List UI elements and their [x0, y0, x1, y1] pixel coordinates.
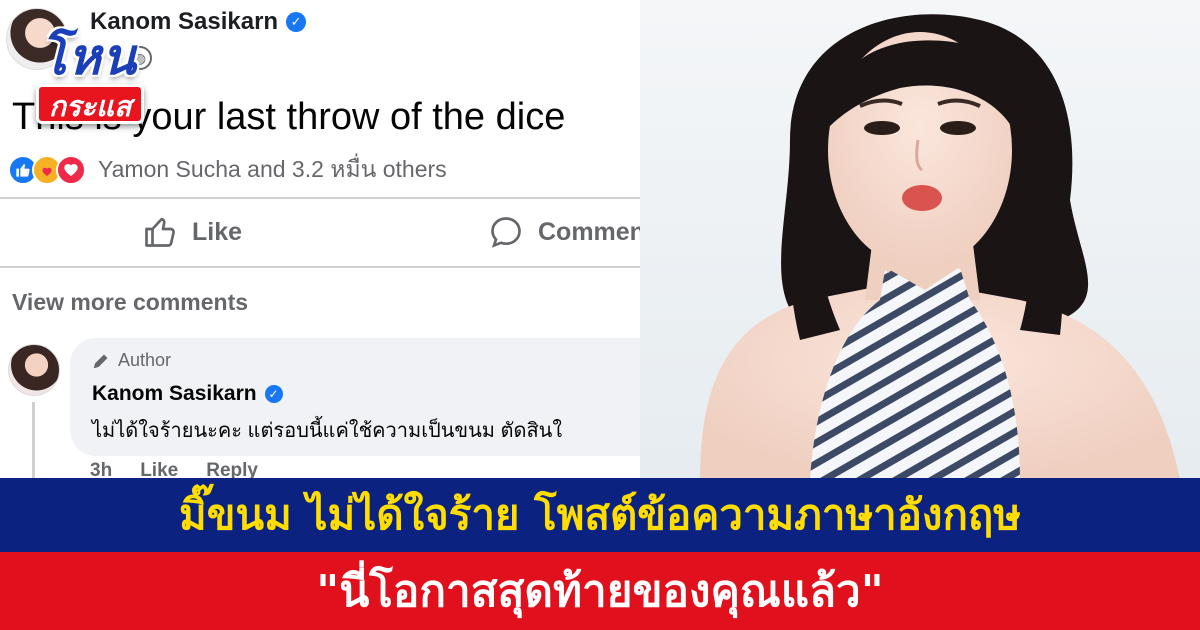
love-reaction-icon	[56, 155, 86, 185]
portrait-illustration	[640, 0, 1200, 480]
author-tag-label: Author	[118, 350, 172, 370]
thread-line	[32, 402, 35, 482]
comment-button[interactable]: Comment	[488, 214, 653, 250]
comment-icon	[491, 217, 521, 248]
pencil-icon	[93, 353, 108, 368]
thumbs-up-icon	[145, 217, 175, 247]
view-more-comments-link[interactable]: View more comments	[12, 289, 248, 316]
portrait-photo	[640, 0, 1200, 480]
comment-text: ไม่ได้ใจร้ายนะคะ แต่รอบนี้แค่ใช้ความเป็น…	[92, 420, 563, 442]
brand-logo: โหน กระแส	[30, 18, 190, 130]
headline-banner-top: มิ๊ขนม ไม่ได้ใจร้าย โพสต์ข้อความภาษาอังก…	[0, 478, 1200, 552]
reactions-summary[interactable]: Yamon Sucha and 3.2 หมื่น others	[8, 152, 447, 188]
headline-line1: มิ๊ขนม ไม่ได้ใจร้าย โพสต์ข้อความภาษาอังก…	[179, 490, 1021, 539]
logo-bottom-text: กระแส	[36, 84, 145, 124]
like-button[interactable]: Like	[142, 214, 242, 250]
like-button-label[interactable]: Like	[192, 218, 242, 247]
comment-author-name[interactable]: Kanom Sasikarn ✓	[92, 382, 283, 406]
headline-banner-bottom: "นี่โอกาสสุดท้ายของคุณแล้ว"	[0, 552, 1200, 630]
reactions-count-text[interactable]: Yamon Sucha and 3.2 หมื่น others	[98, 152, 447, 188]
verified-badge-icon: ✓	[264, 385, 283, 403]
comment-author-name-text[interactable]: Kanom Sasikarn	[92, 382, 257, 406]
comment-author-avatar[interactable]	[8, 344, 60, 396]
verified-badge-icon: ✓	[286, 12, 307, 32]
comment-button-label[interactable]: Comment	[538, 218, 653, 247]
author-tag: Author	[92, 350, 171, 371]
headline-line2: "นี่โอกาสสุดท้ายของคุณแล้ว"	[316, 566, 884, 617]
